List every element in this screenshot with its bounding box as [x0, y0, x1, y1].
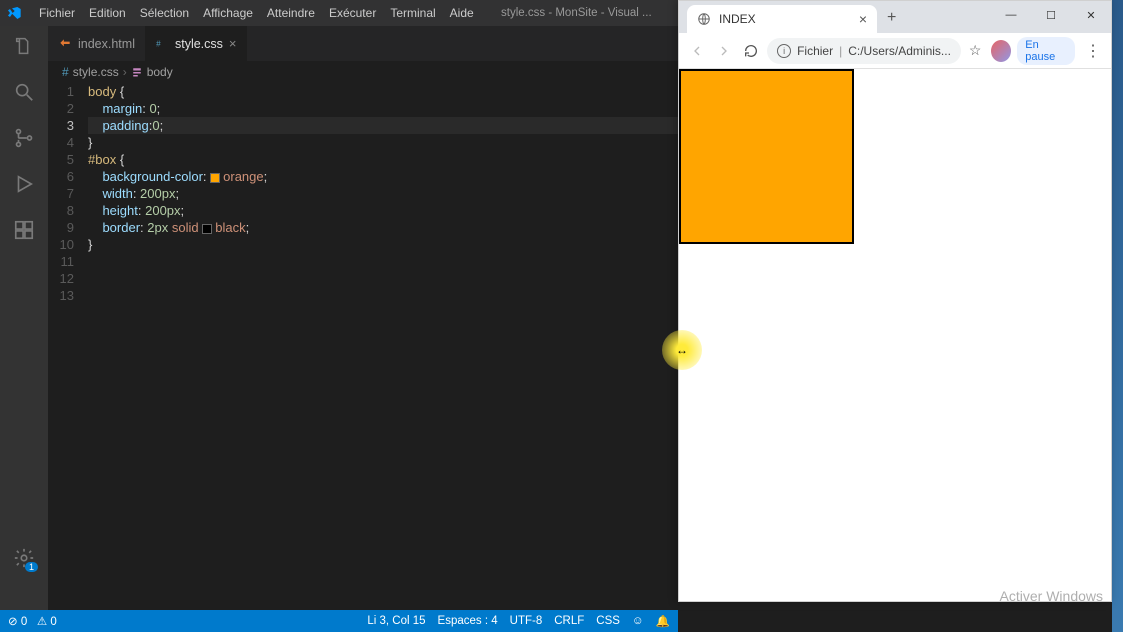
- tab-label: index.html: [78, 37, 135, 51]
- breadcrumb-symbol: body: [147, 65, 173, 79]
- vscode-window: Fichier Edition Sélection Affichage Atte…: [0, 0, 678, 632]
- resize-horizontal-cursor-icon: ↔: [676, 343, 688, 357]
- breadcrumb[interactable]: # style.css › body: [48, 61, 678, 83]
- window-title: style.css - MonSite - Visual ...: [481, 7, 672, 19]
- code-lines[interactable]: body { margin: 0; padding:0;}#box { back…: [88, 83, 678, 610]
- editor-group: index.html # style.css × # style.css ›: [48, 26, 678, 610]
- extensions-icon[interactable]: [12, 218, 36, 242]
- error-icon: ⊘: [8, 616, 18, 628]
- window-controls: ― ☐ ✕: [991, 1, 1111, 29]
- resize-cursor-highlight: ↔: [662, 330, 702, 370]
- status-bell-icon[interactable]: 🔔: [656, 614, 670, 628]
- tab-index-html[interactable]: index.html: [48, 26, 145, 61]
- code-editor[interactable]: 12345678910111213 body { margin: 0; padd…: [48, 83, 678, 610]
- explorer-icon[interactable]: [12, 34, 36, 58]
- page-viewport[interactable]: [679, 69, 1111, 601]
- minimize-button[interactable]: ―: [991, 1, 1031, 29]
- status-lang[interactable]: CSS: [596, 615, 620, 627]
- menu-edition[interactable]: Edition: [82, 6, 133, 20]
- error-count: 0: [21, 616, 27, 628]
- forward-button[interactable]: [712, 38, 735, 64]
- svg-text:#: #: [156, 39, 161, 48]
- status-encoding[interactable]: UTF-8: [510, 615, 543, 627]
- menu-executer[interactable]: Exécuter: [322, 6, 383, 20]
- tab-close-icon[interactable]: ×: [229, 36, 237, 51]
- warning-count: 0: [50, 616, 56, 628]
- status-feedback-icon[interactable]: ☺: [632, 615, 644, 627]
- tab-label: style.css: [175, 37, 223, 51]
- bookmark-star-icon[interactable]: ☆: [969, 42, 982, 59]
- windows-activation-watermark: Activer Windows: [1000, 588, 1103, 604]
- chrome-tabstrip: INDEX × + ― ☐ ✕: [679, 1, 1111, 33]
- vscode-logo-icon: [6, 5, 22, 21]
- line-gutter: 12345678910111213: [48, 83, 88, 610]
- address-bar[interactable]: i Fichier | C:/Users/Adminis...: [767, 38, 961, 64]
- back-button[interactable]: [685, 38, 708, 64]
- chrome-menu-icon[interactable]: ⋮: [1081, 41, 1105, 61]
- new-tab-button[interactable]: +: [887, 9, 896, 27]
- chrome-tab-title: INDEX: [719, 12, 756, 26]
- breadcrumb-file: style.css: [73, 65, 119, 79]
- warning-icon: ⚠: [37, 616, 47, 628]
- site-info-icon[interactable]: i: [777, 44, 791, 58]
- menu-atteindre[interactable]: Atteindre: [260, 6, 322, 20]
- url-divider: |: [839, 44, 842, 58]
- status-errors[interactable]: ⊘ 0 ⚠ 0: [8, 614, 57, 628]
- desktop-background-sliver: [1112, 0, 1123, 632]
- status-cursor[interactable]: Li 3, Col 15: [367, 615, 425, 627]
- run-debug-icon[interactable]: [12, 172, 36, 196]
- chrome-window: INDEX × + ― ☐ ✕ i Fichier | C:/Users/Adm…: [678, 0, 1112, 602]
- symbol-icon: [131, 66, 143, 78]
- chevron-right-icon: ›: [123, 65, 127, 79]
- settings-badge: 1: [25, 562, 38, 572]
- profile-avatar[interactable]: [991, 40, 1011, 62]
- globe-icon: [697, 12, 711, 26]
- menu-aide[interactable]: Aide: [443, 6, 481, 20]
- vscode-main: 1 index.html # style.css ×: [0, 26, 678, 610]
- status-bar: ⊘ 0 ⚠ 0 Li 3, Col 15 Espaces : 4 UTF-8 C…: [0, 610, 678, 632]
- url-text: C:/Users/Adminis...: [848, 44, 951, 58]
- vscode-titlebar: Fichier Edition Sélection Affichage Atte…: [0, 0, 678, 26]
- chrome-toolbar: i Fichier | C:/Users/Adminis... ☆ En pau…: [679, 33, 1111, 69]
- close-button[interactable]: ✕: [1071, 1, 1111, 29]
- maximize-button[interactable]: ☐: [1031, 1, 1071, 29]
- url-scheme-label: Fichier: [797, 44, 833, 58]
- css-file-icon: #: [62, 65, 69, 79]
- menu-fichier[interactable]: Fichier: [32, 6, 82, 20]
- status-eol[interactable]: CRLF: [554, 615, 584, 627]
- sync-pause-pill[interactable]: En pause: [1017, 37, 1075, 65]
- status-spaces[interactable]: Espaces : 4: [438, 615, 498, 627]
- source-control-icon[interactable]: [12, 126, 36, 150]
- html-file-icon: [58, 37, 72, 51]
- menu-terminal[interactable]: Terminal: [383, 6, 442, 20]
- settings-gear-icon[interactable]: 1: [12, 546, 36, 570]
- chrome-tab-index[interactable]: INDEX ×: [687, 5, 877, 33]
- activity-bar: 1: [0, 26, 48, 610]
- chrome-tab-close-icon[interactable]: ×: [859, 11, 867, 27]
- menu-affichage[interactable]: Affichage: [196, 6, 260, 20]
- orange-box: [679, 69, 854, 244]
- editor-tabs: index.html # style.css ×: [48, 26, 678, 61]
- css-file-icon: #: [155, 37, 169, 51]
- menu-selection[interactable]: Sélection: [133, 6, 196, 20]
- search-icon[interactable]: [12, 80, 36, 104]
- reload-button[interactable]: [740, 38, 763, 64]
- tab-style-css[interactable]: # style.css ×: [145, 26, 247, 61]
